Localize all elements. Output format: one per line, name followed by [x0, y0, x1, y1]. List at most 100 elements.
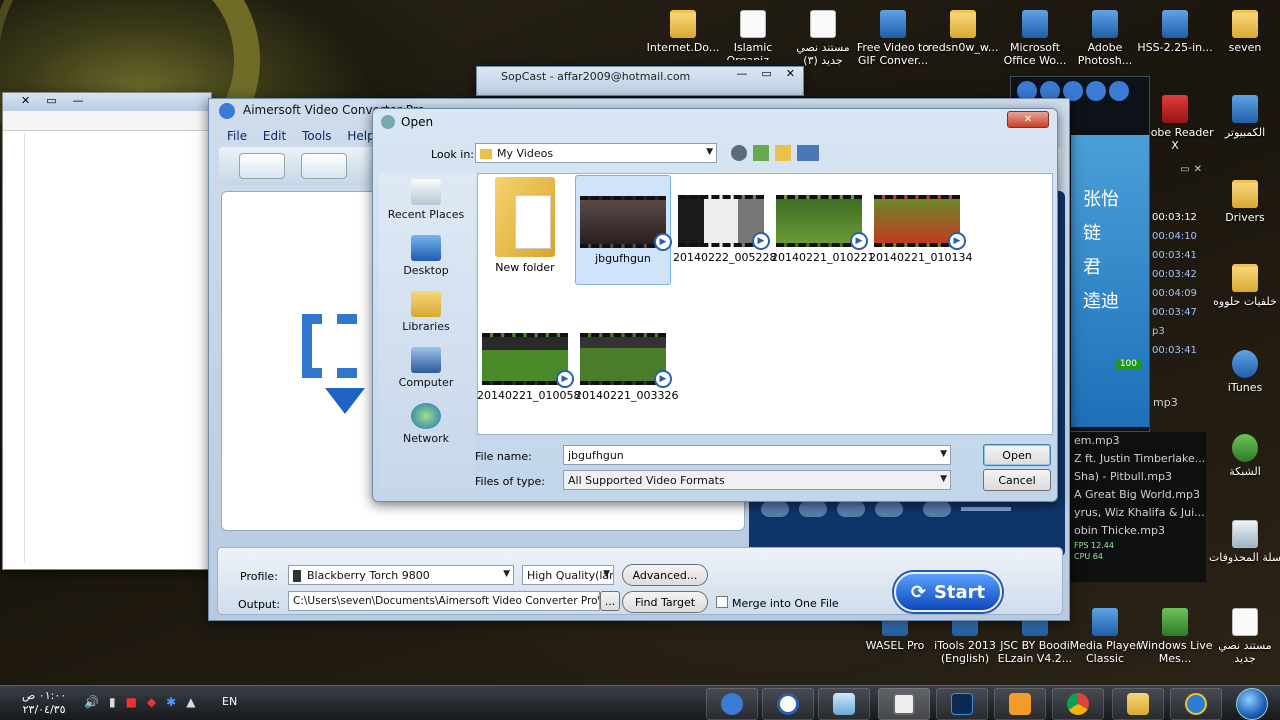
desktop-icon-internet-do[interactable]: Internet.Do... [644, 10, 722, 54]
desktop-icon-office-word[interactable]: Microsoft Office Wo... [996, 10, 1074, 67]
close-icon[interactable]: ✕ [21, 94, 30, 107]
output-path-field[interactable]: C:\Users\seven\Documents\Aimersoft Video… [288, 591, 600, 611]
forward-icon[interactable] [875, 501, 903, 517]
file-item-20140222-005228[interactable]: ▶ 20140222_005228 [673, 195, 776, 264]
browse-button[interactable]: ... [600, 591, 620, 611]
maximize-icon[interactable]: ▭ [1180, 164, 1189, 178]
play-icon[interactable] [799, 501, 827, 517]
play-icon: ▶ [850, 232, 868, 250]
player-button[interactable] [1109, 81, 1129, 101]
place-desktop[interactable]: Desktop [381, 235, 471, 277]
desktop-icon-network[interactable]: الشبكة [1206, 434, 1280, 478]
maximize-icon[interactable]: ▭ [46, 94, 56, 107]
taskbar-ie[interactable] [1170, 688, 1222, 720]
taskbar-aimersoft[interactable] [706, 688, 758, 720]
desktop-icon-live-messenger[interactable]: Windows Live Mes... [1136, 608, 1214, 665]
menu-help[interactable]: Help [347, 129, 374, 143]
playlist-item[interactable]: obin Thicke.mp3 [1074, 522, 1206, 540]
file-item-jbgufhgun[interactable]: ▶ jbgufhgun [575, 175, 672, 285]
advanced-button[interactable]: Advanced... [622, 564, 708, 586]
chinese-text: 张怡 [1083, 189, 1119, 210]
desktop-icon-recycle-bin[interactable]: سلة المحذوفات [1206, 520, 1280, 564]
up-folder-icon[interactable] [753, 145, 769, 161]
menu-file[interactable]: File [227, 129, 247, 143]
dialog-close-button[interactable]: ✕ [1007, 111, 1049, 128]
minimize-icon[interactable]: — [73, 94, 84, 107]
desktop: Internet.Do... Islamic Organiz... مستند … [0, 0, 1280, 685]
place-computer[interactable]: Computer [381, 347, 471, 389]
volume-icon[interactable]: 🔊 [84, 695, 99, 709]
merge-checkbox[interactable] [716, 596, 728, 608]
playlist-item[interactable]: Sha) - Pitbull.mp3 [1074, 468, 1206, 486]
bluetooth-icon[interactable]: ✱ [166, 695, 176, 709]
desktop-icon-redsn0w[interactable]: redsn0w_w... [924, 10, 1002, 54]
adobe-tray-icon[interactable]: ◆ [147, 695, 156, 709]
desktop-icon-free-video-gif[interactable]: Free Video to GIF Conver... [854, 10, 932, 67]
desktop-icon-islamic-organiz[interactable]: Islamic Organiz... [714, 10, 792, 60]
taskbar-photoshop[interactable] [936, 688, 988, 720]
stop-icon[interactable] [837, 501, 865, 517]
player-button[interactable] [1086, 81, 1106, 101]
view-menu-icon[interactable] [797, 145, 819, 161]
file-item-20140221-010221[interactable]: ▶ 20140221_010221 [771, 195, 874, 264]
file-name-input[interactable]: jbgufhgun ▼ [563, 445, 951, 465]
clock[interactable]: ٠١:٠٠ ص ٢٣/٠٤/٣٥ [22, 689, 66, 717]
desktop-icon-hss[interactable]: HSS-2.25-in... [1136, 10, 1214, 54]
file-item-new-folder[interactable]: New folder [477, 177, 573, 285]
add-video-icon[interactable] [239, 153, 285, 179]
desktop-icon-photoshop[interactable]: Adobe Photosh... [1066, 10, 1144, 67]
back-icon[interactable] [731, 145, 747, 161]
menu-edit[interactable]: Edit [263, 129, 286, 143]
desktop-icon-drivers[interactable]: Drivers [1206, 180, 1280, 224]
open-button[interactable]: Open [983, 444, 1051, 466]
desktop-icon-seven[interactable]: seven [1206, 10, 1280, 54]
show-hidden-icons[interactable]: ▲ [186, 695, 195, 709]
desktop-icon-text-doc[interactable]: مستند نصي جديد [1206, 608, 1280, 665]
desktop-icon-wallpapers[interactable]: خلفيات حلووه [1206, 264, 1280, 308]
desktop-icon-computer[interactable]: الكمبيوتر [1206, 95, 1280, 139]
menu-tools[interactable]: Tools [302, 129, 332, 143]
close-icon[interactable]: ✕ [786, 67, 795, 80]
quality-select[interactable]: High Quality(lar ▼ [522, 565, 614, 585]
playlist-item[interactable]: em.mp3 [1074, 432, 1206, 450]
rewind-icon[interactable] [761, 501, 789, 517]
left-window-scrollbar[interactable] [9, 133, 25, 563]
snapshot-icon[interactable] [923, 501, 951, 517]
taskbar-chrome[interactable] [1052, 688, 1104, 720]
playlist-item[interactable]: Z ft. Justin Timberlake... [1074, 450, 1206, 468]
cancel-button[interactable]: Cancel [983, 469, 1051, 491]
language-indicator[interactable]: EN [222, 695, 237, 708]
maximize-icon[interactable]: ▭ [761, 67, 771, 80]
minimize-icon[interactable]: — [736, 67, 747, 80]
playlist-item[interactable]: A Great Big World.mp3 [1074, 486, 1206, 504]
taskbar-media[interactable] [994, 688, 1046, 720]
antivirus-icon[interactable]: ■ [126, 695, 137, 709]
close-icon[interactable]: ✕ [1194, 164, 1202, 178]
look-in-select[interactable]: My Videos ▼ [475, 143, 717, 163]
find-target-button[interactable]: Find Target [622, 591, 708, 613]
place-recent-places[interactable]: Recent Places [381, 179, 471, 221]
taskbar-app[interactable] [818, 688, 870, 720]
desktop-icon-text-doc-3[interactable]: مستند نصي جديد (٣) [784, 10, 862, 67]
file-item-20140221-010134[interactable]: ▶ 20140221_010134 [869, 195, 972, 264]
desktop-icon-itunes[interactable]: iTunes [1206, 350, 1280, 394]
open-dialog: Open ✕ Look in: My Videos ▼ Recent Places… [372, 108, 1058, 502]
desktop-icon-media-player[interactable]: Media Player Classic [1066, 608, 1144, 665]
taskbar-explorer[interactable] [1112, 688, 1164, 720]
taskbar-search-app[interactable] [878, 688, 930, 720]
start-orb[interactable] [1236, 688, 1268, 720]
volume-slider[interactable] [961, 507, 1011, 511]
taskbar-sopcast[interactable] [762, 688, 814, 720]
profile-select[interactable]: Blackberry Torch 9800 ▼ [288, 565, 514, 585]
file-type-select[interactable]: All Supported Video Formats ▼ [563, 470, 951, 490]
place-libraries[interactable]: Libraries [381, 291, 471, 333]
playlist-item[interactable]: yrus, Wiz Khalifa & Jui... [1074, 504, 1206, 522]
signal-icon[interactable]: ▮ [109, 695, 116, 709]
add-dvd-icon[interactable] [301, 153, 347, 179]
playlist-item[interactable]: mp3 [1153, 396, 1178, 409]
place-network[interactable]: Network [381, 403, 471, 445]
file-item-20140221-010058[interactable]: ▶ 20140221_010058 [477, 333, 580, 402]
start-button[interactable]: ⟳ Start [894, 572, 1002, 612]
file-item-20140221-003326[interactable]: ▶ 20140221_003326 [575, 333, 678, 402]
new-folder-icon[interactable] [775, 145, 791, 161]
